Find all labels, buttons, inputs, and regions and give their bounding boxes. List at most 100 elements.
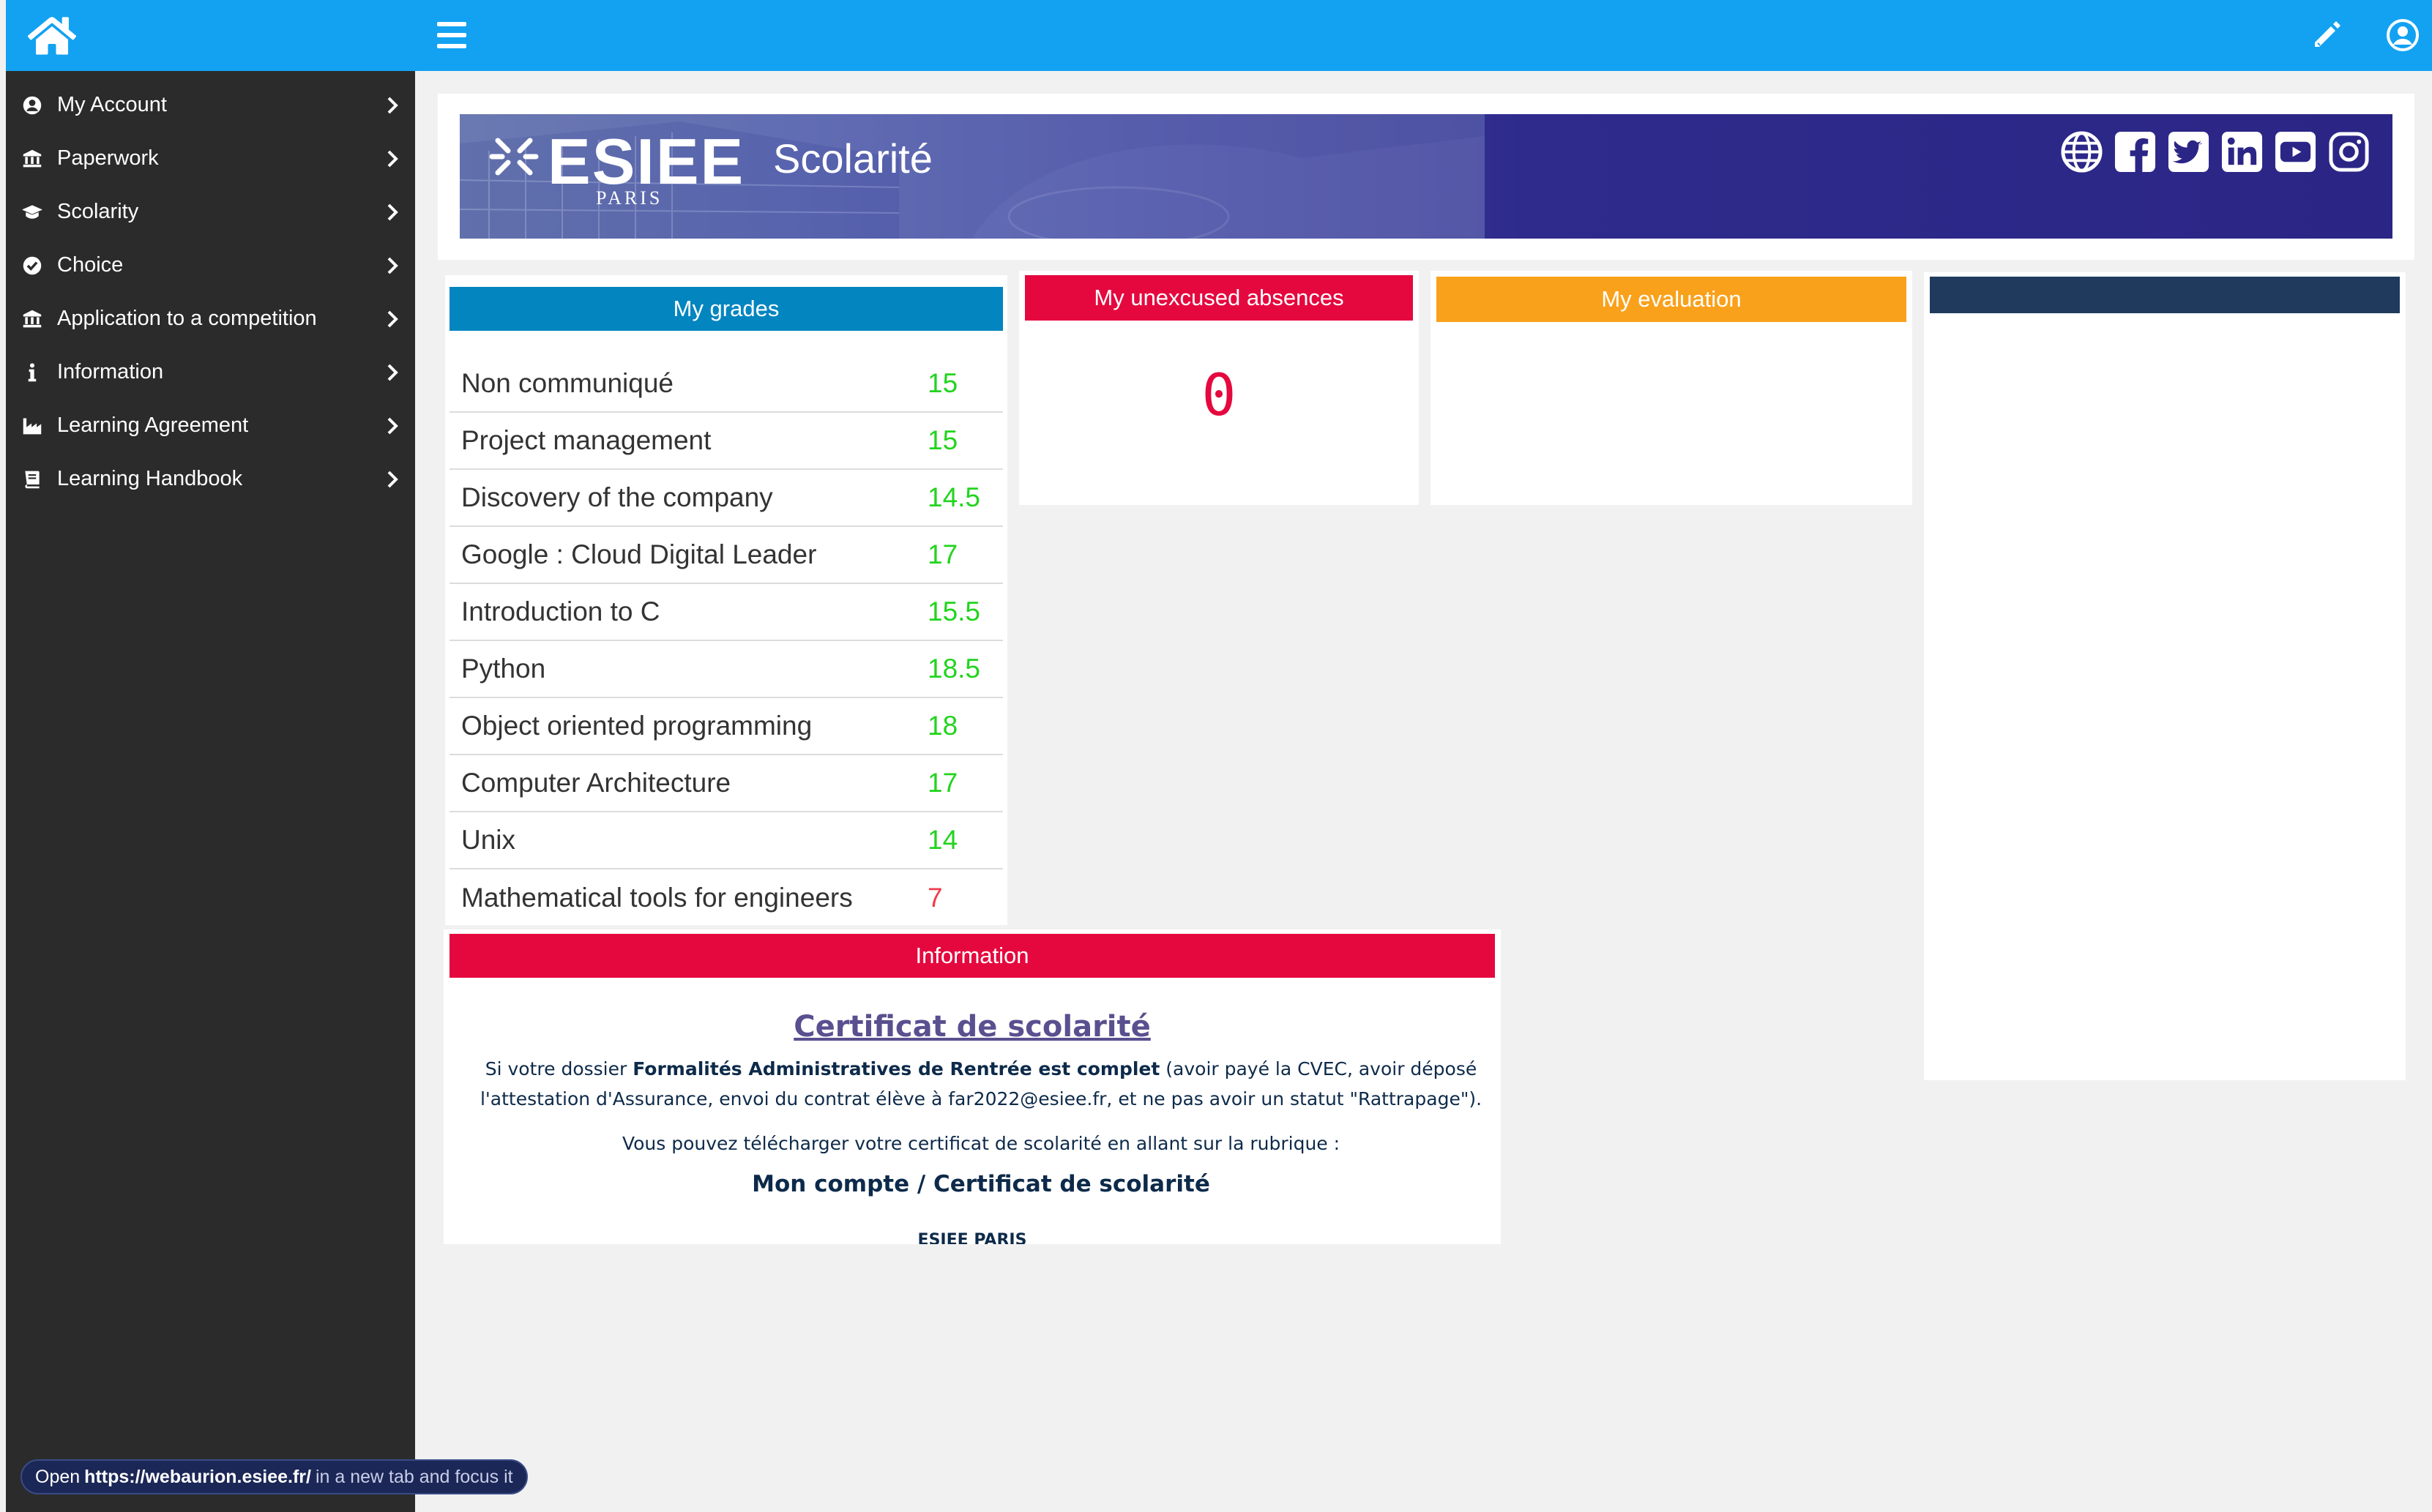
globe-icon[interactable] (2060, 130, 2103, 173)
sidebar-item-label: Information (57, 360, 164, 383)
sidebar-item-learning-agreement[interactable]: Learning Agreement (6, 399, 415, 452)
chevron-right-icon (384, 469, 400, 490)
graduation-cap-icon (20, 201, 44, 224)
sidebar-item-label: Choice (57, 253, 124, 277)
user-circle-icon (20, 94, 44, 117)
grades-table: Non communiqué 15 Project management 15 … (450, 356, 1003, 927)
grade-value: 14 (928, 825, 958, 855)
linkedin-icon[interactable] (2220, 130, 2264, 173)
course-name: Computer Architecture (450, 768, 913, 798)
table-row: Non communiqué 15 (450, 356, 1003, 413)
esiee-logo-subtext: PARIS (596, 187, 663, 209)
pencil-icon[interactable] (2309, 18, 2344, 53)
blank-widget-card (1924, 272, 2406, 1080)
chevron-right-icon (384, 149, 400, 169)
info-paragraph-1: Si votre dossier Formalités Administrati… (454, 1054, 1508, 1114)
hamburger-menu-icon[interactable] (437, 22, 466, 48)
social-links (2060, 130, 2371, 173)
chevron-right-icon (384, 255, 400, 276)
sidebar-item-label: Learning Agreement (57, 413, 249, 437)
sidebar-item-application-to-a-competition[interactable]: Application to a competition (6, 292, 415, 345)
school-banner: ESIEE PARIS Scolarité (460, 114, 2392, 239)
home-icon (28, 16, 76, 55)
certificate-link[interactable]: Certificat de scolarité (444, 1010, 1501, 1044)
status-suffix: in a new tab and focus it (315, 1466, 513, 1487)
user-circle-icon[interactable] (2385, 18, 2420, 53)
info-bold-text: Formalités Administratives de Rentrée es… (633, 1058, 1160, 1079)
sidebar-item-label: Learning Handbook (57, 467, 243, 490)
top-bar (415, 0, 2432, 71)
chevron-right-icon (384, 362, 400, 383)
table-row: Project management 15 (450, 413, 1003, 470)
chevron-right-icon (384, 202, 400, 222)
table-row: Object oriented programming 18 (450, 698, 1003, 755)
course-name: Discovery of the company (450, 482, 913, 513)
sidebar-item-scolarity[interactable]: Scolarity (6, 185, 415, 239)
home-button[interactable] (6, 0, 415, 71)
table-row: Mathematical tools for engineers 7 (450, 869, 1003, 927)
info-text: l'attestation d'Assurance, envoi du cont… (480, 1088, 1482, 1109)
course-name: Project management (450, 425, 913, 456)
sidebar: My Account Paperwork Scolarity Choice Ap… (6, 0, 415, 1512)
grade-value: 18 (928, 711, 958, 741)
info-text: Si votre dossier (485, 1058, 633, 1079)
grade-value: 17 (928, 768, 958, 798)
grades-header: My grades (450, 287, 1003, 331)
youtube-icon[interactable] (2274, 130, 2317, 173)
course-name: Non communiqué (450, 368, 913, 399)
blank-widget-header (1930, 277, 2400, 313)
info-path: Mon compte / Certificat de scolarité (752, 1171, 1210, 1197)
status-prefix: Open (35, 1466, 81, 1487)
sidebar-item-label: My Account (57, 93, 167, 116)
info-footer-text: ESIEE PARIS (917, 1231, 1027, 1244)
course-name: Unix (450, 825, 913, 856)
bank-icon (20, 147, 44, 171)
table-row: Google : Cloud Digital Leader 17 (450, 527, 1003, 584)
table-row: Computer Architecture 17 (450, 755, 1003, 812)
status-url: https://webaurion.esiee.fr/ (84, 1466, 311, 1487)
grade-value: 18.5 (928, 654, 981, 684)
chevron-right-icon (384, 309, 400, 329)
banner-card: ESIEE PARIS Scolarité (438, 94, 2414, 260)
absences-count: 0 (1201, 363, 1236, 429)
link-status-tooltip: Open https://webaurion.esiee.fr/ in a ne… (20, 1459, 528, 1494)
grade-value: 14.5 (928, 482, 981, 512)
bank-icon (20, 307, 44, 331)
sidebar-item-choice[interactable]: Choice (6, 239, 415, 292)
grade-value: 17 (928, 539, 958, 569)
sidebar-item-label: Scolarity (57, 200, 139, 223)
twitter-icon[interactable] (2167, 130, 2210, 173)
info-icon (20, 361, 44, 384)
table-row: Python 18.5 (450, 641, 1003, 698)
sidebar-item-paperwork[interactable]: Paperwork (6, 132, 415, 185)
course-name: Introduction to C (450, 596, 913, 627)
course-name: Python (450, 654, 913, 684)
course-name: Object oriented programming (450, 711, 913, 741)
evaluation-header: My evaluation (1436, 277, 1906, 322)
sidebar-item-label: Application to a competition (57, 307, 317, 330)
sidebar-item-learning-handbook[interactable]: Learning Handbook (6, 452, 415, 506)
table-row: Unix 14 (450, 812, 1003, 869)
sidebar-item-my-account[interactable]: My Account (6, 78, 415, 132)
chevron-right-icon (384, 95, 400, 116)
book-icon (20, 468, 44, 491)
chevron-right-icon (384, 416, 400, 436)
course-name: Google : Cloud Digital Leader (450, 539, 913, 570)
grade-value: 7 (928, 883, 943, 913)
info-paragraph-2: Vous pouvez télécharger votre certificat… (622, 1133, 1340, 1154)
sidebar-item-label: Paperwork (57, 146, 159, 170)
absences-header: My unexcused absences (1025, 275, 1413, 321)
table-row: Discovery of the company 14.5 (450, 470, 1003, 527)
sidebar-item-information[interactable]: Information (6, 345, 415, 399)
info-text: (avoir payé la CVEC, avoir déposé (1160, 1058, 1477, 1079)
info-footer-clip: ESIEE PARIS (444, 1231, 1501, 1244)
instagram-icon[interactable] (2327, 130, 2371, 173)
esiee-logo-mark (489, 138, 539, 176)
banner-title: Scolarité (773, 135, 933, 181)
facebook-icon[interactable] (2114, 130, 2157, 173)
grade-value: 15.5 (928, 596, 981, 626)
course-name: Mathematical tools for engineers (450, 883, 913, 913)
check-circle-icon (20, 254, 44, 277)
information-header: Information (450, 934, 1495, 978)
table-row: Introduction to C 15.5 (450, 584, 1003, 641)
